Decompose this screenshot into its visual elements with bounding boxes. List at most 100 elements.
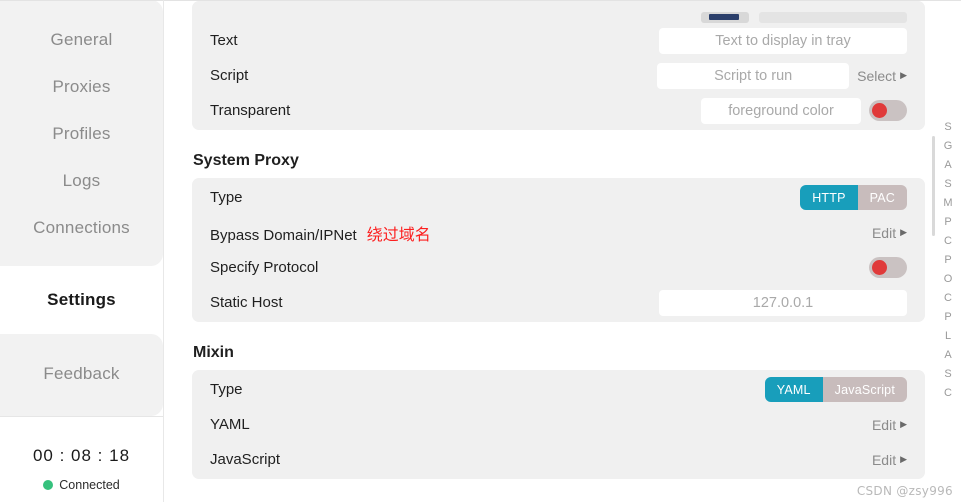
sidebar-nav-secondary: Feedback xyxy=(0,334,163,416)
tray-script-input[interactable] xyxy=(657,62,850,89)
system-proxy-type-row: Type HTTP PAC xyxy=(210,180,907,215)
quick-jump-letter[interactable]: C xyxy=(944,289,952,307)
mixin-javascript-row: JavaScript Edit ▶ xyxy=(210,442,907,477)
system-proxy-bypass-label: Bypass Domain/IPNet xyxy=(210,226,357,244)
tray-script-label: Script xyxy=(210,67,249,84)
specify-protocol-label: Specify Protocol xyxy=(210,259,319,276)
uptime-timer: 00 : 08 : 18 xyxy=(32,446,131,465)
sidebar-nav-primary: General Proxies Profiles Logs Connection… xyxy=(0,0,163,266)
quick-jump-letter[interactable]: S xyxy=(944,175,951,193)
tray-transparent-toggle[interactable] xyxy=(869,100,907,121)
sidebar-item-profiles[interactable]: Profiles xyxy=(0,115,163,153)
mixin-javascript-edit-button[interactable]: Edit ▶ xyxy=(872,452,907,468)
size-stepper[interactable] xyxy=(759,12,907,23)
tray-settings-card: Text Script Select ▶ xyxy=(192,1,925,130)
sidebar-item-general[interactable]: General xyxy=(0,21,163,59)
specify-protocol-toggle[interactable] xyxy=(869,257,907,278)
quick-jump-letter[interactable]: C xyxy=(944,232,952,250)
mixin-yaml-edit-button[interactable]: Edit ▶ xyxy=(872,417,907,433)
tray-text-label: Text xyxy=(210,32,238,49)
quick-jump-letter[interactable]: A xyxy=(944,346,951,364)
sidebar-item-label: Profiles xyxy=(52,124,111,143)
mixin-yaml-controls: Edit ▶ xyxy=(872,417,907,433)
mixin-type-row: Type YAML JavaScript xyxy=(210,372,907,407)
sidebar-item-label: Proxies xyxy=(52,77,111,96)
system-proxy-section-title: System Proxy xyxy=(193,152,299,169)
sidebar-item-logs[interactable]: Logs xyxy=(0,162,163,200)
sidebar-item-settings[interactable]: Settings xyxy=(0,281,163,319)
quick-jump-letter[interactable]: L xyxy=(945,327,951,345)
mixin-javascript-controls: Edit ▶ xyxy=(872,452,907,468)
quick-jump-letter[interactable]: M xyxy=(943,194,952,212)
tray-text-input[interactable] xyxy=(659,27,907,54)
segment-http[interactable]: HTTP xyxy=(800,185,858,210)
chevron-right-icon: ▶ xyxy=(900,70,907,80)
mixin-type-segmented: YAML JavaScript xyxy=(764,377,907,402)
segment-pac[interactable]: PAC xyxy=(857,185,907,210)
sidebar-item-connections[interactable]: Connections xyxy=(0,209,163,247)
mixin-yaml-edit-label: Edit xyxy=(871,416,897,433)
system-proxy-card: Type HTTP PAC Bypass Domain/IPNet 绕过域名 E… xyxy=(192,178,925,322)
tray-script-controls: Select ▶ xyxy=(657,62,907,89)
static-host-controls xyxy=(659,289,907,316)
tray-script-row: Script Select ▶ xyxy=(210,58,907,93)
content-top-divider xyxy=(164,0,961,1)
quick-jump-letter[interactable]: A xyxy=(944,156,951,174)
system-proxy-bypass-edit-button[interactable]: Edit ▶ xyxy=(872,225,907,241)
quick-jump-letter[interactable]: P xyxy=(944,251,951,269)
tray-script-select-label: Select xyxy=(857,67,897,84)
tray-foreground-color-input[interactable] xyxy=(701,97,861,124)
tray-transparent-label: Transparent xyxy=(210,102,291,119)
tray-script-select-button[interactable]: Select ▶ xyxy=(857,68,907,84)
connection-status: Connected xyxy=(43,478,120,492)
sidebar-item-feedback[interactable]: Feedback xyxy=(0,355,163,393)
tray-text-controls xyxy=(659,27,907,54)
system-proxy-specify-protocol-row: Specify Protocol xyxy=(210,250,907,285)
quick-jump-letter[interactable]: P xyxy=(944,213,951,231)
mixin-javascript-edit-label: Edit xyxy=(871,451,897,468)
sidebar-item-label: Connections xyxy=(33,218,130,237)
sidebar-item-label: General xyxy=(50,30,113,49)
sidebar-item-proxies[interactable]: Proxies xyxy=(0,68,163,106)
sidebar: General Proxies Profiles Logs Connection… xyxy=(0,0,164,502)
system-proxy-static-host-row: Static Host xyxy=(210,285,907,320)
bypass-edit-label: Edit xyxy=(871,224,897,241)
sidebar-item-label: Logs xyxy=(62,171,101,190)
quick-jump-letter[interactable]: C xyxy=(944,384,952,402)
static-host-input[interactable] xyxy=(659,289,907,316)
system-proxy-bypass-label-wrap: Bypass Domain/IPNet 绕过域名 xyxy=(210,221,431,245)
chevron-right-icon: ▶ xyxy=(900,454,907,464)
segment-javascript[interactable]: JavaScript xyxy=(822,377,907,402)
mixin-javascript-label: JavaScript xyxy=(210,451,281,468)
system-proxy-bypass-controls: Edit ▶ xyxy=(872,225,907,241)
mixin-type-label: Type xyxy=(210,381,243,398)
sidebar-selected-wrap: Settings xyxy=(0,266,163,334)
tray-cutoff-row xyxy=(210,3,907,23)
segment-yaml[interactable]: YAML xyxy=(764,377,823,402)
system-proxy-type-label: Type xyxy=(210,189,243,206)
tray-transparent-row: Transparent xyxy=(210,93,907,128)
quick-jump-letter[interactable]: O xyxy=(944,270,953,288)
tray-text-row: Text xyxy=(210,23,907,58)
mixin-card: Type YAML JavaScript YAML Edit ▶ JavaScr… xyxy=(192,370,925,479)
static-host-label: Static Host xyxy=(210,294,283,311)
toggle-knob xyxy=(872,260,887,275)
sidebar-item-label: Feedback xyxy=(43,364,120,383)
mixin-section-title: Mixin xyxy=(193,344,234,361)
tray-transparent-controls xyxy=(701,97,907,124)
chevron-right-icon: ▶ xyxy=(900,419,907,429)
settings-scroll-body: Text Script Select ▶ xyxy=(164,0,925,501)
status-dot-icon xyxy=(43,480,54,490)
settings-content: Text Script Select ▶ xyxy=(164,0,961,502)
watermark: CSDN @zsy996 xyxy=(856,484,953,498)
sidebar-status-panel: 00 : 08 : 18 Connected xyxy=(0,417,163,502)
system-proxy-bypass-row: Bypass Domain/IPNet 绕过域名 Edit ▶ xyxy=(210,215,907,250)
quick-jump-letter[interactable]: P xyxy=(944,308,951,326)
quick-jump-letter[interactable]: S xyxy=(944,365,951,383)
connection-status-label: Connected xyxy=(59,478,120,492)
color-swatch-icon[interactable] xyxy=(701,12,749,23)
system-proxy-type-controls: HTTP PAC xyxy=(800,185,907,210)
quick-jump-letter[interactable]: S xyxy=(944,118,951,136)
sidebar-top-divider xyxy=(0,0,163,1)
quick-jump-letter[interactable]: G xyxy=(944,137,953,155)
